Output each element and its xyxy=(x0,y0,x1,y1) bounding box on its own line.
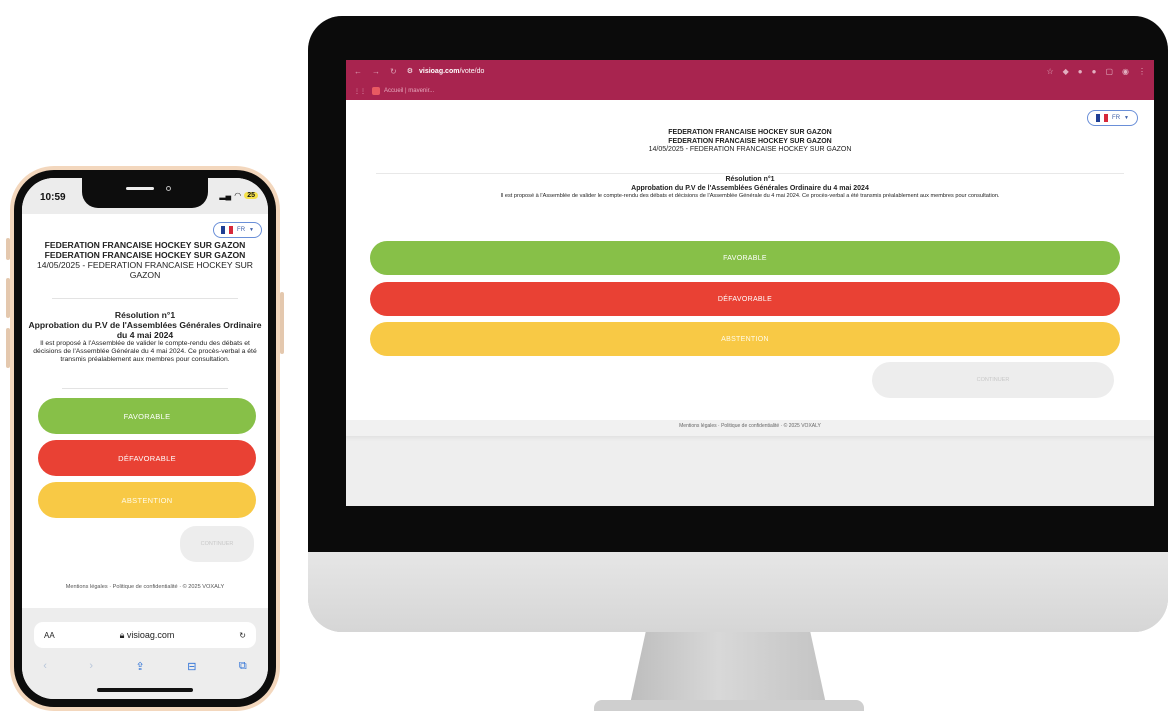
extension-icon[interactable]: ● xyxy=(1092,67,1097,76)
extension-icon[interactable]: ◆ xyxy=(1063,67,1069,76)
forward-icon[interactable]: → xyxy=(372,67,380,76)
assembly-date-title: 14/05/2025 - FEDERATION FRANCAISE HOCKEY… xyxy=(648,146,852,154)
abstention-button[interactable]: ABSTENTION xyxy=(370,322,1120,356)
desktop-monitor: ← → ↻ ⚙ visioag.com/vote/do ☆ ◆ ● ● ▢ ◉ xyxy=(298,10,1168,711)
assembly-date-title: 14/05/2025 - FEDERATION FRANCAISE HOCKEY… xyxy=(36,260,254,281)
showcase-stage: ← → ↻ ⚙ visioag.com/vote/do ☆ ◆ ● ● ▢ ◉ xyxy=(0,0,1168,711)
bookmark-item[interactable]: Accueil | mavenir... xyxy=(372,87,434,95)
bookmarks-bar: ⋮⋮ Accueil | mavenir... xyxy=(346,82,1154,100)
bookmark-favicon-icon xyxy=(372,87,380,95)
browser-chrome: ← → ↻ ⚙ visioag.com/vote/do ☆ ◆ ● ● ▢ ◉ xyxy=(346,60,1154,100)
forward-icon[interactable]: › xyxy=(89,660,93,672)
text-size-button[interactable]: AA xyxy=(44,631,55,640)
puzzle-icon[interactable]: ▢ xyxy=(1105,67,1113,76)
status-icons: ▂▄ ◠ 25 xyxy=(219,191,258,200)
battery-indicator: 25 xyxy=(244,192,258,199)
favorable-button[interactable]: FAVORABLE xyxy=(370,241,1120,275)
apps-icon[interactable]: ⋮⋮ xyxy=(354,88,366,95)
divider xyxy=(62,388,228,389)
book-icon[interactable]: ⊟ xyxy=(187,660,196,673)
browser-toolbar-icons: ☆ ◆ ● ● ▢ ◉ ⋮ xyxy=(1046,67,1146,76)
reload-icon[interactable]: ↻ xyxy=(390,67,397,76)
home-indicator xyxy=(97,688,193,692)
desktop-screen: ← → ↻ ⚙ visioag.com/vote/do ☆ ◆ ● ● ▢ ◉ xyxy=(346,60,1154,506)
safari-domain: 🔒︎ visioag.com xyxy=(119,629,175,640)
language-selector[interactable]: FR ▼ xyxy=(213,222,262,238)
divider xyxy=(52,298,238,299)
phone-screen: 10:59 ▂▄ ◠ 25 FR ▼ FEDERATION FRANCAISE … xyxy=(22,178,268,699)
divider xyxy=(376,173,1124,174)
monitor-foot xyxy=(594,700,864,711)
france-flag-icon xyxy=(1096,114,1109,122)
speaker-grille xyxy=(126,187,154,190)
defavorable-button[interactable]: DÉFAVORABLE xyxy=(370,282,1120,316)
mobile-vote-page: FR ▼ FEDERATION FRANCAISE HOCKEY SUR GAZ… xyxy=(22,214,268,608)
france-flag-icon xyxy=(221,226,234,234)
camera-lens xyxy=(166,186,171,191)
chevron-down-icon: ▼ xyxy=(249,227,254,233)
language-label: FR xyxy=(1112,115,1121,121)
resolution-description: Il est proposé à l'Assemblée de valider … xyxy=(33,340,257,364)
monitor-stand xyxy=(630,632,826,704)
resolution-block: Résolution n°1 Approbation du P.V de l'A… xyxy=(28,310,262,364)
phone-side-button xyxy=(6,328,10,368)
continue-button[interactable]: CONTINUER xyxy=(872,362,1114,398)
resolution-description: Il est proposé à l'Assemblée de valider … xyxy=(500,193,1000,200)
lock-icon: 🔒︎ xyxy=(119,629,127,640)
resolution-number: Résolution n°1 xyxy=(725,176,775,183)
phone-side-button xyxy=(6,238,10,260)
chevron-down-icon: ▼ xyxy=(1124,115,1129,121)
status-time: 10:59 xyxy=(40,192,66,203)
extension-icon[interactable]: ● xyxy=(1078,67,1083,76)
resolution-title: Approbation du P.V de l'Assemblées Génér… xyxy=(28,320,262,341)
monitor-chin xyxy=(308,552,1168,632)
tabs-icon[interactable]: ⧉ xyxy=(239,660,247,673)
assembly-header: FEDERATION FRANCAISE HOCKEY SUR GAZON FE… xyxy=(346,129,1154,155)
browser-toolbar: ← → ↻ ⚙ visioag.com/vote/do ☆ ◆ ● ● ▢ ◉ xyxy=(346,60,1154,82)
signal-icon: ▂▄ xyxy=(219,191,232,200)
url-host: visioag.com xyxy=(418,67,460,75)
star-icon[interactable]: ☆ xyxy=(1046,67,1053,76)
organization-name-repeat: FEDERATION FRANCAISE HOCKEY SUR GAZON xyxy=(668,137,832,145)
address-bar[interactable]: ⚙ visioag.com/vote/do xyxy=(407,67,485,76)
organization-name: FEDERATION FRANCAISE HOCKEY SUR GAZON xyxy=(668,129,832,136)
vote-page: FR ▼ FEDERATION FRANCAISE HOCKEY SUR GAZ… xyxy=(346,100,1154,429)
share-icon[interactable]: ⇪ xyxy=(136,660,145,673)
dynamic-island xyxy=(82,178,208,208)
profile-avatar-icon[interactable]: ◉ xyxy=(1122,67,1129,76)
resolution-number: Résolution n°1 xyxy=(114,310,176,320)
wifi-icon: ◠ xyxy=(234,191,242,200)
reload-icon[interactable]: ↻ xyxy=(239,631,246,640)
safari-nav-bar: ‹ › ⇪ ⊟ ⧉ xyxy=(22,656,268,676)
url-path: /vote/do xyxy=(459,67,485,75)
favorable-button[interactable]: FAVORABLE xyxy=(38,398,256,434)
language-selector[interactable]: FR ▼ xyxy=(1087,110,1138,126)
back-icon[interactable]: ← xyxy=(354,67,362,76)
organization-name: FEDERATION FRANCAISE HOCKEY SUR GAZON xyxy=(44,240,246,250)
mobile-phone: 10:59 ▂▄ ◠ 25 FR ▼ FEDERATION FRANCAISE … xyxy=(4,166,284,711)
menu-dots-icon[interactable]: ⋮ xyxy=(1138,67,1146,76)
abstention-button[interactable]: ABSTENTION xyxy=(38,482,256,518)
phone-side-button xyxy=(6,278,10,318)
language-label: FR xyxy=(237,227,246,233)
legal-footer[interactable]: Mentions légales · Politique de confiden… xyxy=(22,584,268,590)
organization-name-repeat: FEDERATION FRANCAISE HOCKEY SUR GAZON xyxy=(44,250,246,261)
legal-footer[interactable]: Mentions légales · Politique de confiden… xyxy=(346,423,1154,429)
defavorable-button[interactable]: DÉFAVORABLE xyxy=(38,440,256,476)
resolution-block: Résolution n°1 Approbation du P.V de l'A… xyxy=(346,176,1154,200)
page-background xyxy=(346,436,1154,506)
back-icon[interactable]: ‹ xyxy=(43,660,47,672)
continue-button[interactable]: CONTINUER xyxy=(180,526,254,562)
site-settings-icon[interactable]: ⚙ xyxy=(407,67,413,75)
safari-toolbar: AA 🔒︎ visioag.com ↻ ‹ › ⇪ ⊟ ⧉ xyxy=(22,608,268,699)
assembly-header: FEDERATION FRANCAISE HOCKEY SUR GAZON FE… xyxy=(30,240,260,281)
safari-address-bar[interactable]: AA 🔒︎ visioag.com ↻ xyxy=(34,622,256,648)
phone-power-button xyxy=(280,292,284,354)
status-bar: 10:59 ▂▄ ◠ 25 xyxy=(22,178,268,214)
resolution-title: Approbation du P.V de l'Assemblées Génér… xyxy=(631,184,869,192)
